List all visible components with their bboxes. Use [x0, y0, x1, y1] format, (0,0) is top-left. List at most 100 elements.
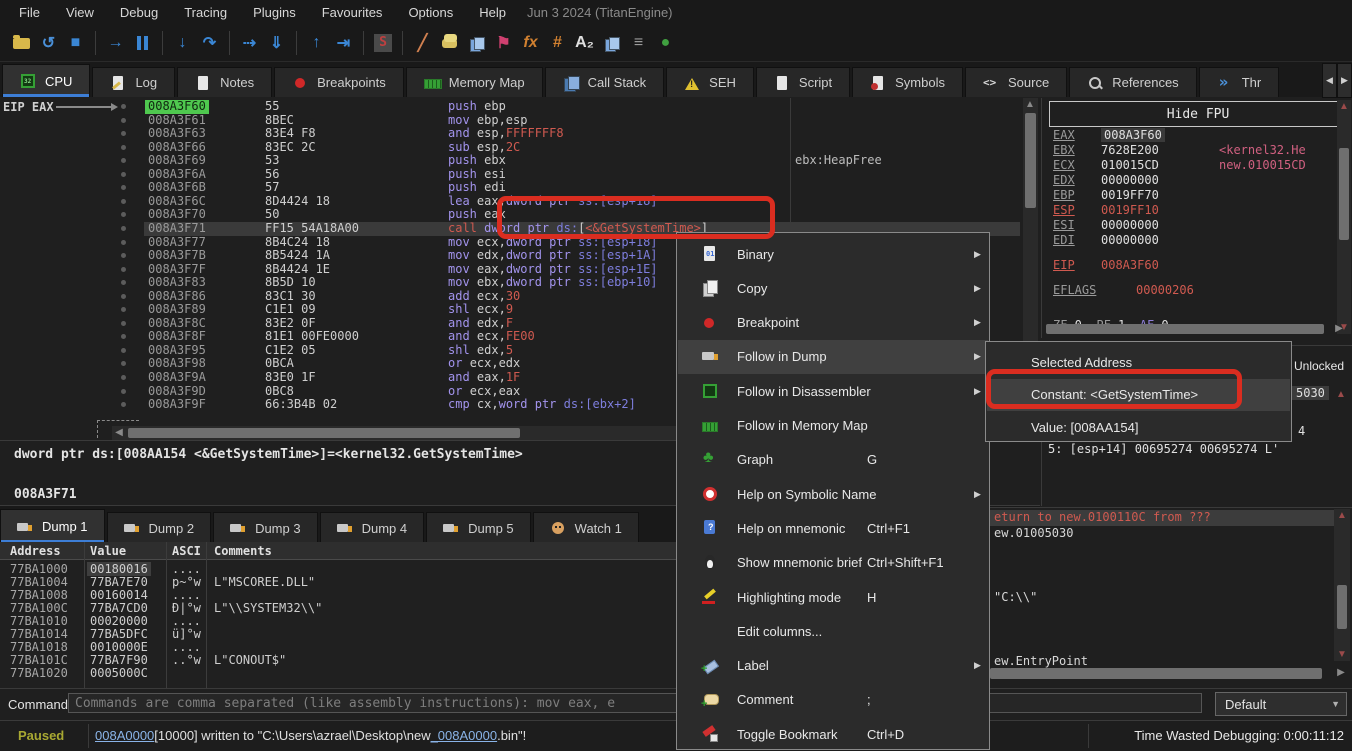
stack-pane[interactable]: eturn to new.0100110C from ???ew.0100503…: [988, 507, 1352, 689]
dump-value[interactable]: 77BA7CD0: [90, 601, 148, 615]
menubar-item-plugins[interactable]: Plugins: [240, 5, 309, 20]
scroll-up-icon[interactable]: ▲: [1337, 100, 1351, 113]
menubar-item-favourites[interactable]: Favourites: [309, 5, 396, 20]
dump-value[interactable]: 0010000E: [90, 640, 148, 654]
breakpoint-dot[interactable]: [121, 402, 126, 407]
stack-row[interactable]: [989, 622, 1334, 638]
registers-hscroll-thumb[interactable]: [1046, 324, 1324, 334]
register-row[interactable]: EDI00000000: [1053, 233, 1075, 247]
menubar-item-view[interactable]: View: [53, 5, 107, 20]
script-icon[interactable]: S: [374, 34, 392, 52]
menubar-item-file[interactable]: File: [6, 5, 53, 20]
stack-row[interactable]: [989, 558, 1334, 574]
tab-notes[interactable]: Notes: [177, 67, 272, 97]
scroll-up-icon[interactable]: ▲: [1023, 98, 1037, 111]
breakpoint-dot[interactable]: [121, 199, 126, 204]
step-into-icon[interactable]: ↓: [169, 34, 196, 52]
tab-log[interactable]: Log: [92, 67, 175, 97]
menu-item-binary[interactable]: Binary▶: [678, 237, 988, 271]
calling-convention-combobox[interactable]: Default ▼: [1215, 692, 1347, 716]
submenu-item-value-008aa154-[interactable]: Value: [008AA154]: [987, 411, 1290, 443]
dump-column-header[interactable]: Value: [90, 544, 126, 558]
dump-value[interactable]: 0005000C: [90, 666, 148, 680]
breakpoint-dot[interactable]: [121, 375, 126, 380]
dump-value[interactable]: 00020000: [90, 614, 148, 628]
stack-row[interactable]: eturn to new.0100110C from ???: [989, 510, 1334, 526]
register-row[interactable]: EAX008A3F60: [1053, 128, 1075, 142]
dump-value[interactable]: 77BA7F90: [90, 653, 148, 667]
disasm-vscroll-thumb[interactable]: [1025, 113, 1036, 208]
tab-scroll-left-icon[interactable]: ◀: [1322, 63, 1337, 98]
breakpoint-dot[interactable]: [121, 226, 126, 231]
breakpoint-dot[interactable]: [121, 131, 126, 136]
menu-item-follow-in-disassembler[interactable]: Follow in Disassembler▶: [678, 374, 988, 408]
command-input[interactable]: [68, 693, 1202, 713]
tab-seh[interactable]: SEH: [666, 67, 754, 97]
run-icon[interactable]: →: [102, 34, 129, 52]
register-row[interactable]: EFLAGS00000206: [1053, 283, 1096, 297]
register-row[interactable]: EBP0019FF70: [1053, 188, 1075, 202]
tab-script[interactable]: Script: [756, 67, 850, 97]
patch-icon[interactable]: ╱: [409, 33, 436, 53]
dump-tab-dump-4[interactable]: Dump 4: [320, 512, 425, 543]
function-fx-icon[interactable]: fx: [517, 34, 544, 52]
disasm-hscroll-thumb[interactable]: [128, 428, 520, 438]
menu-item-help-on-symbolic-name[interactable]: Help on Symbolic Name▶: [678, 477, 988, 511]
submenu-item-selected-address[interactable]: Selected Address: [987, 346, 1290, 378]
menu-item-edit-columns-[interactable]: Edit columns...: [678, 614, 988, 648]
tab-symbols[interactable]: Symbols: [852, 67, 963, 97]
register-row[interactable]: EBX7628E200<kernel32.He: [1053, 143, 1075, 157]
breakpoint-dot[interactable]: [121, 361, 126, 366]
tab-call-stack[interactable]: Call Stack: [545, 67, 665, 97]
args-row[interactable]: 5: [esp+14] 00695274 00695274 L': [1048, 442, 1279, 456]
register-value[interactable]: 00000206: [1136, 283, 1194, 297]
breakpoint-dot[interactable]: [121, 307, 126, 312]
menu-item-help-on-mnemonic[interactable]: Help on mnemonicCtrl+F1: [678, 511, 988, 545]
menu-item-copy[interactable]: Copy▶: [678, 271, 988, 305]
menu-item-follow-in-memory-map[interactable]: Follow in Memory Map: [678, 409, 988, 443]
register-value[interactable]: 00000000: [1101, 233, 1159, 247]
menubar-item-debug[interactable]: Debug: [107, 5, 171, 20]
scroll-up-icon[interactable]: ▲: [1335, 509, 1349, 522]
breakpoint-dot[interactable]: [121, 267, 126, 272]
stack-row[interactable]: [989, 638, 1334, 654]
scroll-up-icon[interactable]: ▲: [1334, 388, 1348, 401]
scroll-down-icon[interactable]: ▼: [1335, 648, 1349, 661]
menu-item-toggle-bookmark[interactable]: Toggle BookmarkCtrl+D: [678, 717, 988, 751]
menubar-item-options[interactable]: Options: [395, 5, 466, 20]
dump-value[interactable]: 77BA5DFC: [90, 627, 148, 641]
list-icon[interactable]: ≡: [625, 34, 652, 52]
stack-hscroll-thumb[interactable]: [990, 668, 1322, 679]
sphere-icon[interactable]: ●: [652, 34, 679, 52]
dump-value[interactable]: 00180016: [87, 562, 151, 576]
register-value[interactable]: 0019FF70: [1101, 188, 1159, 202]
open-file-icon[interactable]: [13, 38, 30, 49]
tab-scroll-right-icon[interactable]: ▶: [1337, 63, 1352, 98]
breakpoint-dot[interactable]: [121, 294, 126, 299]
register-value[interactable]: 0019FF10: [1101, 203, 1159, 217]
register-value[interactable]: 010015CD: [1101, 158, 1159, 172]
menu-item-graph[interactable]: GraphG: [678, 443, 988, 477]
breakpoint-dot[interactable]: [121, 389, 126, 394]
submenu-item-constant-getsystemtime-[interactable]: Constant: <GetSystemTime>: [987, 379, 1290, 411]
register-value[interactable]: 7628E200: [1101, 143, 1159, 157]
menu-item-show-mnemonic-brief[interactable]: Show mnemonic briefCtrl+Shift+F1: [678, 546, 988, 580]
stack-row[interactable]: [989, 542, 1334, 558]
breakpoint-dot[interactable]: [121, 145, 126, 150]
stack-row[interactable]: ew.01005030: [989, 526, 1334, 542]
hide-fpu-button[interactable]: Hide FPU: [1049, 101, 1347, 127]
breakpoint-dot[interactable]: [121, 172, 126, 177]
dump-tab-dump-1[interactable]: Dump 1: [0, 509, 105, 543]
dump-column-header[interactable]: Address: [10, 544, 61, 558]
breakpoint-dot[interactable]: [121, 158, 126, 163]
stack-row[interactable]: "C:\\": [989, 590, 1334, 606]
comment-bubbles-icon[interactable]: [442, 39, 457, 48]
pause-icon[interactable]: [129, 35, 156, 51]
register-row[interactable]: ECX010015CDnew.010015CD: [1053, 158, 1075, 172]
execute-till-return-icon[interactable]: ↑: [303, 34, 330, 52]
animate-over-icon[interactable]: ⇓: [263, 33, 290, 53]
dump-value[interactable]: 00160014: [90, 588, 148, 602]
register-value[interactable]: 00000000: [1101, 173, 1159, 187]
stack-vscroll-thumb[interactable]: [1337, 585, 1347, 629]
register-value[interactable]: 008A3F60: [1101, 258, 1159, 272]
